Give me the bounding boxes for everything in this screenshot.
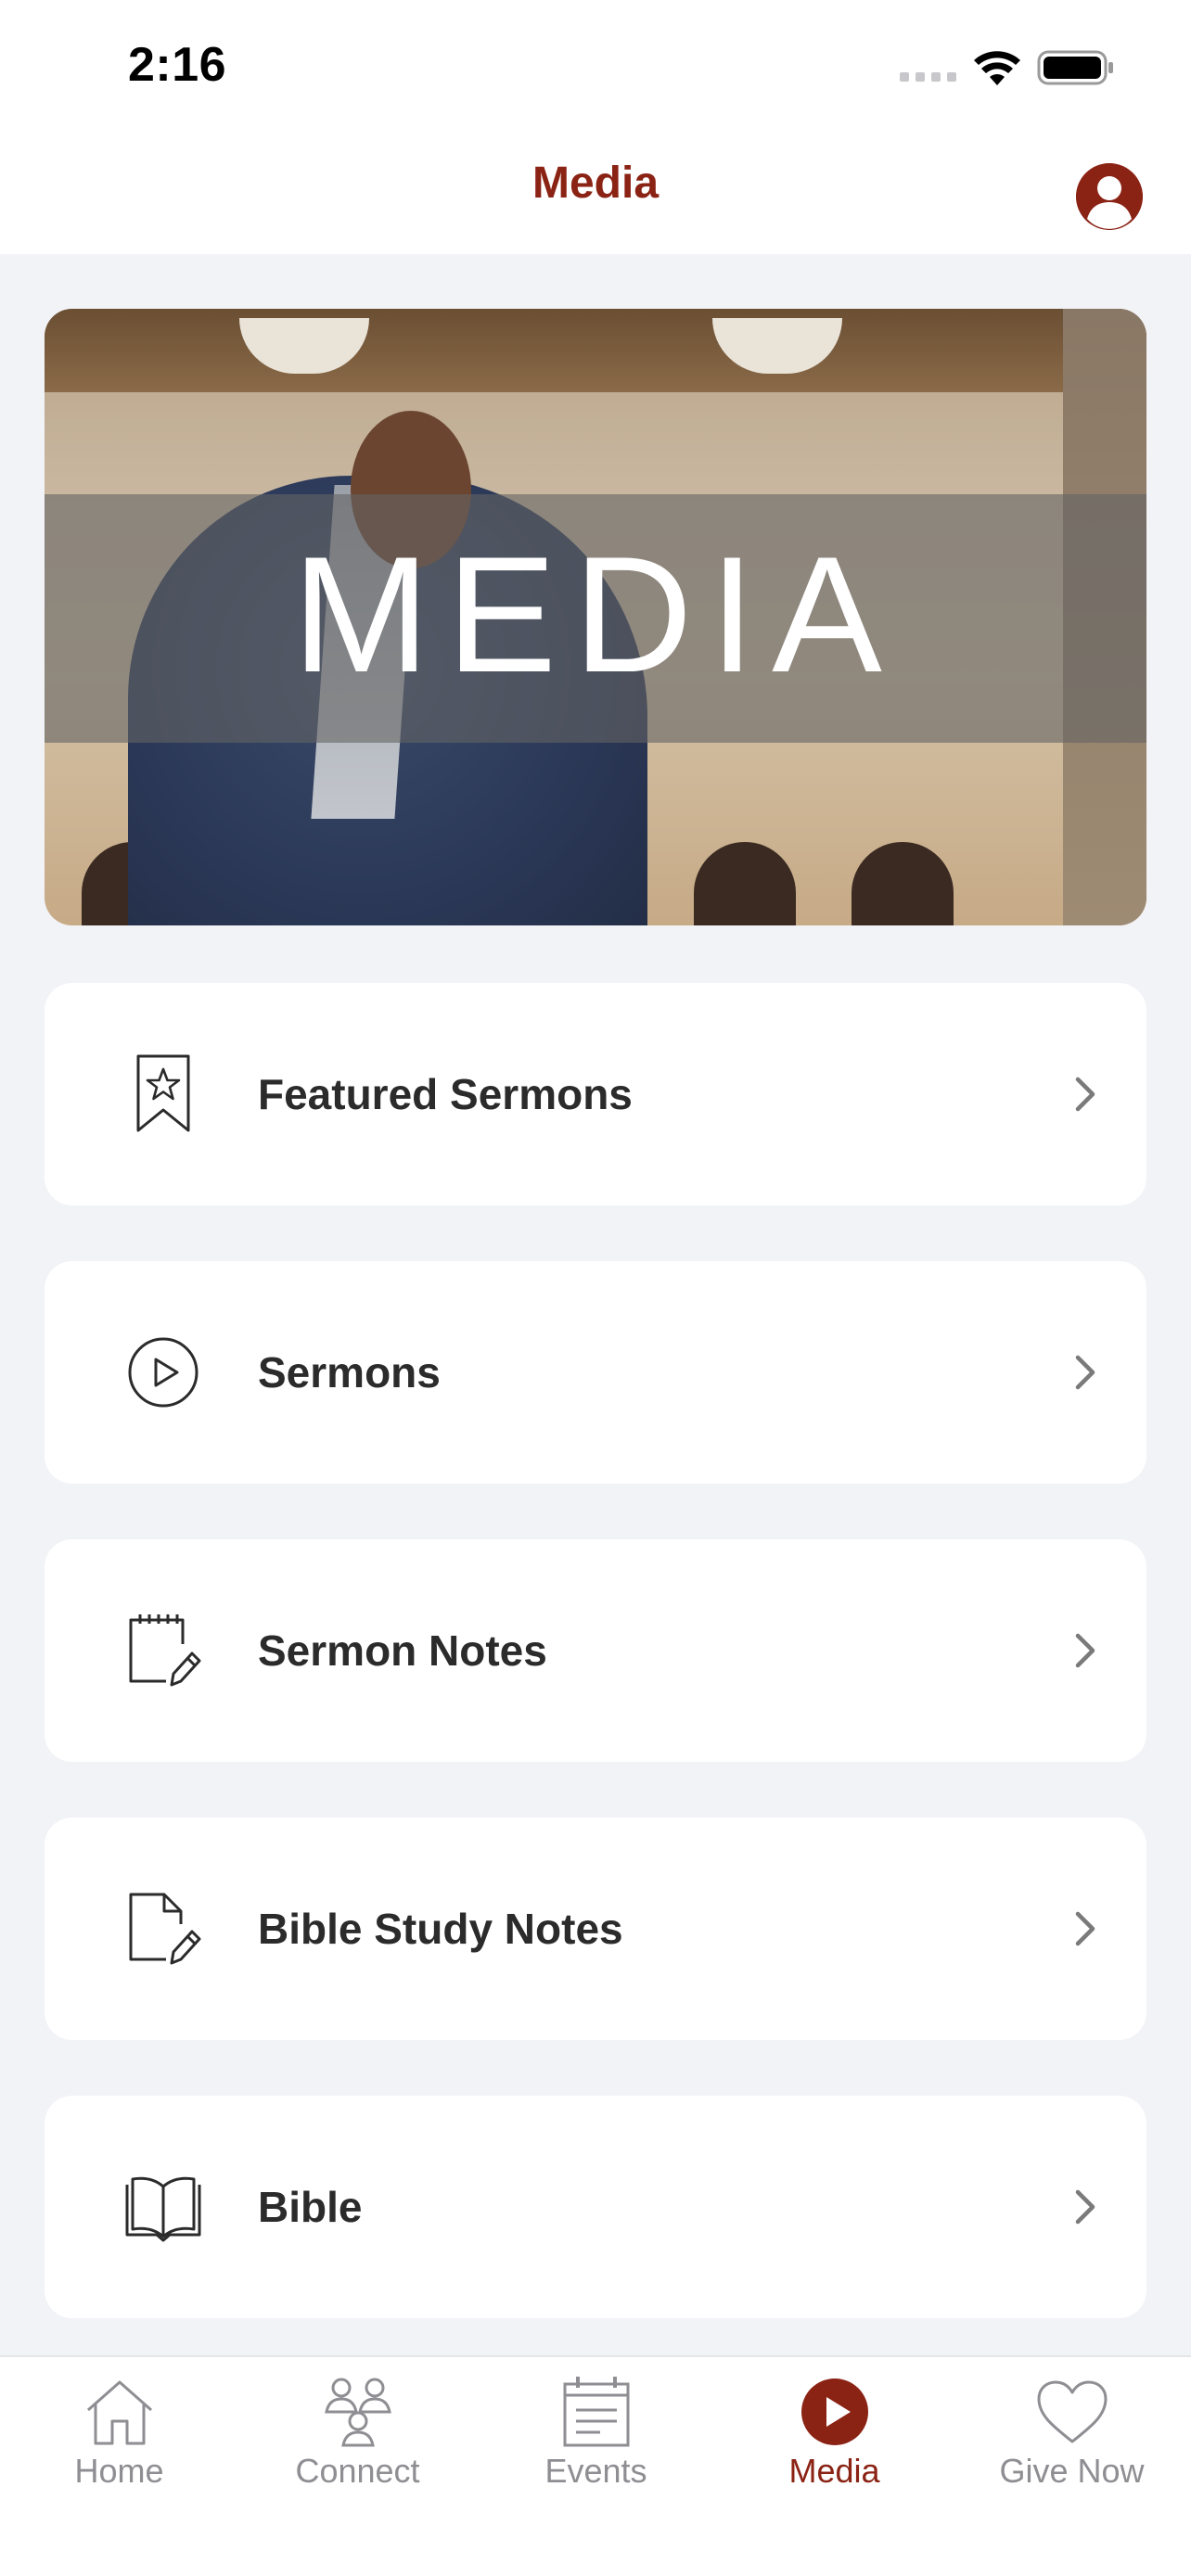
heart-icon bbox=[1032, 2372, 1112, 2452]
menu-item-bible[interactable]: Bible bbox=[45, 2096, 1146, 2318]
profile-button[interactable] bbox=[1076, 163, 1143, 230]
tab-events[interactable]: Events bbox=[477, 2357, 715, 2524]
menu-item-label: Bible bbox=[258, 2183, 363, 2231]
chevron-right-icon bbox=[1075, 1077, 1095, 1112]
menu-item-label: Featured Sermons bbox=[258, 1070, 633, 1118]
menu-item-sermons[interactable]: Sermons bbox=[45, 1261, 1146, 1484]
chevron-right-icon bbox=[1075, 1355, 1095, 1390]
menu-item-label: Bible Study Notes bbox=[258, 1905, 623, 1953]
tab-home[interactable]: Home bbox=[0, 2357, 238, 2524]
user-circle-icon bbox=[1076, 163, 1143, 230]
tab-connect[interactable]: Connect bbox=[238, 2357, 477, 2524]
battery-icon bbox=[1037, 50, 1113, 85]
chevron-right-icon bbox=[1075, 1911, 1095, 1946]
chevron-right-icon bbox=[1075, 1633, 1095, 1668]
hero-photo-audience bbox=[852, 842, 954, 925]
menu-item-bible-study-notes[interactable]: Bible Study Notes bbox=[45, 1817, 1146, 2040]
menu-item-featured-sermons[interactable]: Featured Sermons bbox=[45, 983, 1146, 1205]
hero-photo-ceiling bbox=[45, 309, 1146, 392]
home-icon bbox=[80, 2372, 160, 2452]
notepad-pencil-icon bbox=[117, 1604, 210, 1697]
cellular-signal-icon bbox=[900, 72, 956, 82]
tab-media[interactable]: Media bbox=[715, 2357, 954, 2524]
nav-header: Media bbox=[0, 130, 1191, 254]
open-book-icon bbox=[117, 2161, 210, 2253]
menu-item-sermon-notes[interactable]: Sermon Notes bbox=[45, 1539, 1146, 1762]
tab-label: Home bbox=[74, 2452, 164, 2490]
tab-label: Connect bbox=[295, 2452, 420, 2490]
status-bar: 2:16 bbox=[0, 0, 1191, 130]
chevron-right-icon bbox=[1075, 2189, 1095, 2225]
tab-bar: Home Connect Events Media Give Now bbox=[0, 2355, 1191, 2576]
status-time: 2:16 bbox=[128, 38, 227, 92]
tab-label: Events bbox=[544, 2452, 647, 2490]
tab-give-now[interactable]: Give Now bbox=[953, 2357, 1191, 2524]
bookmark-star-icon bbox=[117, 1048, 210, 1141]
document-pencil-icon bbox=[117, 1882, 210, 1975]
home-indicator-area bbox=[0, 2539, 1191, 2576]
hero-photo-audience bbox=[694, 842, 796, 925]
play-circle-icon bbox=[117, 1326, 210, 1419]
people-icon bbox=[318, 2372, 398, 2452]
tab-label: Give Now bbox=[999, 2452, 1145, 2490]
menu-item-label: Sermon Notes bbox=[258, 1626, 547, 1675]
media-hero-banner: MEDIA bbox=[45, 309, 1146, 925]
menu-item-label: Sermons bbox=[258, 1348, 441, 1396]
page-title: Media bbox=[531, 159, 660, 208]
wifi-icon bbox=[974, 51, 1020, 85]
hero-title: MEDIA bbox=[292, 522, 899, 707]
play-circle-filled-icon bbox=[795, 2372, 875, 2452]
calendar-icon bbox=[557, 2372, 636, 2452]
tab-label: Media bbox=[788, 2452, 880, 2490]
